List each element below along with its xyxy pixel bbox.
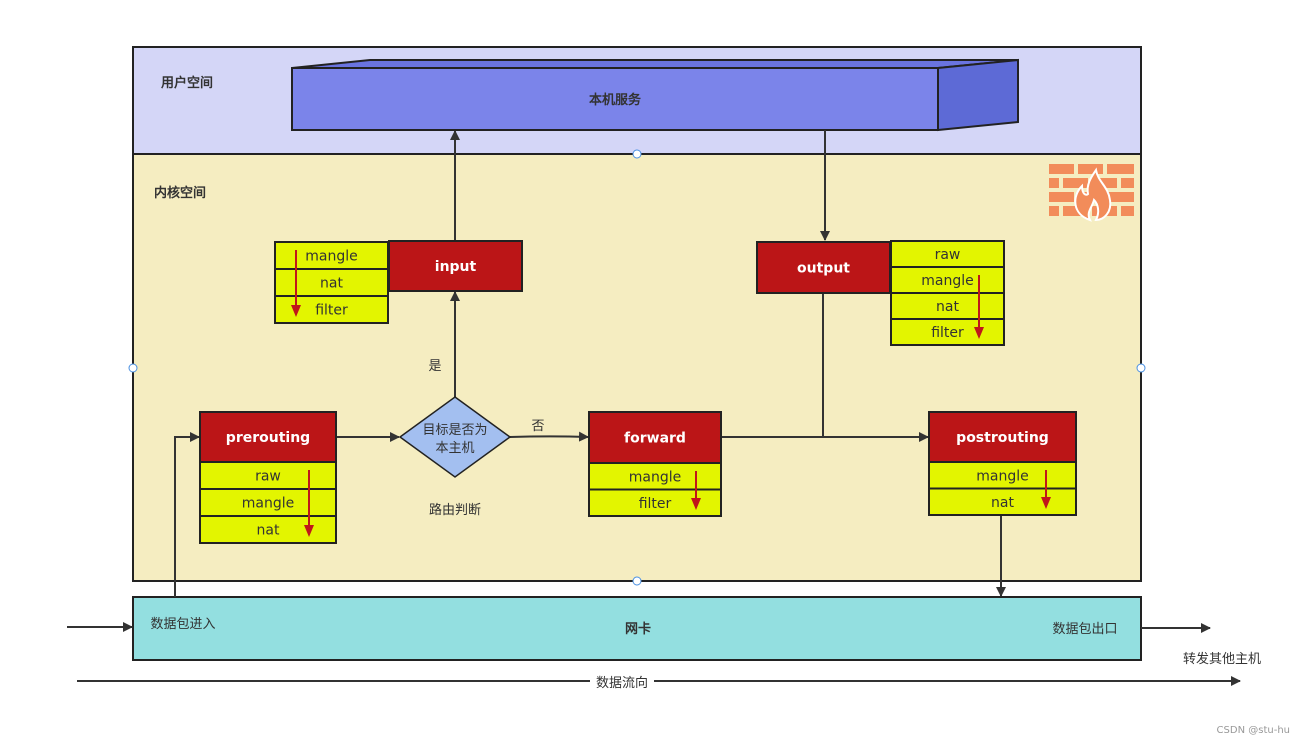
- nic-label: 网卡: [625, 621, 651, 637]
- decision-text-line2: 本主机: [435, 441, 474, 456]
- yes-label: 是: [428, 359, 441, 374]
- forward-table-label: mangle: [629, 469, 681, 485]
- prerouting-table-label: nat: [257, 523, 280, 539]
- kernel-space-label: 内核空间: [154, 185, 206, 201]
- input-table-label: nat: [320, 276, 343, 292]
- forward-chain-label: forward: [624, 431, 686, 447]
- decision-text-line1: 目标是否为: [422, 423, 487, 438]
- chain-forward: forward mangle filter: [588, 411, 722, 517]
- input-table-label: mangle: [305, 249, 357, 265]
- chain-prerouting: prerouting raw mangle nat: [199, 411, 337, 544]
- output-table-label: filter: [931, 325, 964, 341]
- output-table-label: mangle: [921, 273, 973, 289]
- forward-table-label: filter: [639, 496, 672, 512]
- chain-postrouting: postrouting mangle nat: [928, 411, 1077, 516]
- data-flow-label: 数据流向: [596, 675, 648, 691]
- input-table-label: filter: [315, 303, 348, 319]
- prerouting-table-label: raw: [255, 469, 281, 485]
- forward-other-host-label: 转发其他主机: [1183, 651, 1261, 667]
- output-table-label: nat: [936, 299, 959, 315]
- iptables-flow-diagram: 用户空间 内核空间 网卡 本机服务 目标是否为 本主机 是 否 路由判断 inp…: [67, 46, 1290, 736]
- postrouting-table-label: nat: [991, 495, 1014, 511]
- user-space-label: 用户空间: [160, 75, 213, 91]
- packet-out-label: 数据包出口: [1052, 622, 1117, 637]
- postrouting-chain-label: postrouting: [956, 430, 1049, 446]
- input-chain-label: input: [435, 259, 477, 275]
- prerouting-chain-label: prerouting: [226, 430, 310, 446]
- output-table-label: raw: [935, 247, 961, 263]
- packet-in-label: 数据包进入: [150, 617, 215, 632]
- postrouting-table-label: mangle: [976, 468, 1028, 484]
- no-label: 否: [531, 419, 544, 434]
- local-service-label: 本机服务: [589, 92, 642, 108]
- watermark: CSDN @stu-hu: [1217, 725, 1290, 736]
- routing-decision-caption: 路由判断: [429, 502, 481, 518]
- local-service-box: 本机服务: [291, 58, 1019, 132]
- output-chain-label: output: [797, 261, 850, 277]
- prerouting-table-label: mangle: [242, 496, 294, 512]
